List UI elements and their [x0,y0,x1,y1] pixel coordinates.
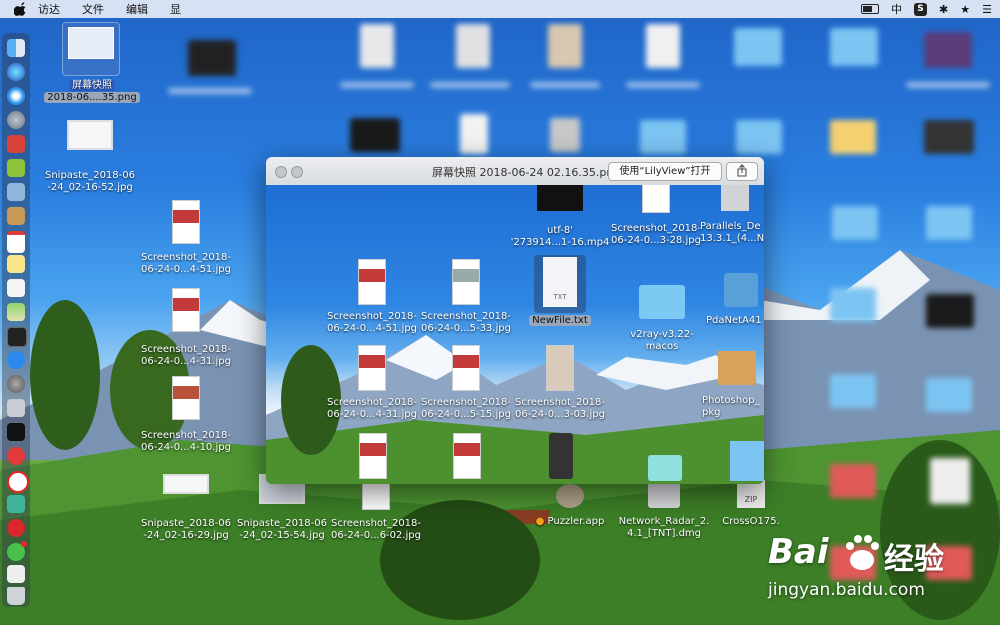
file-thumbnail [172,200,200,244]
file-thumbnail [362,480,390,510]
preview-file: Screenshot_2018- 06-24-0...4-31.jpg [322,345,422,421]
preview-file: Screenshot_2018- 06-24-0...4-51.jpg [322,259,422,335]
bluetooth-icon[interactable]: ✱ [939,3,948,16]
watermark-brand: Bai [768,532,829,572]
preview-file: Screenshot_2018- 06-24-0...3-03.jpg [510,345,610,421]
battery-icon[interactable] [861,4,880,14]
txt-file-icon: TXT [543,257,577,307]
file-thumbnail [67,120,113,150]
menu-edit[interactable]: 编辑 [126,1,148,17]
apple-icon[interactable] [14,2,28,16]
selected-file-name: 屏幕快照 [69,80,115,91]
close-icon[interactable] [275,166,287,178]
orange-dot-icon: ● [535,516,545,527]
box-icon[interactable] [7,207,25,225]
watermark-url: jingyan.baidu.com [768,580,925,600]
watermark-brand-cn: 经验 [884,542,944,577]
quicklook-title: 屏幕快照 2018-06-24 02.16.35.png [432,166,621,179]
video-thumbnail [537,185,583,211]
desktop-file[interactable]: Snipaste_2018-06 -24_02-16-52.jpg [40,120,140,194]
selected-file-thumbnail[interactable] [62,22,120,76]
terminal-icon[interactable] [7,327,27,347]
desktop-file[interactable]: Screenshot_2018- 06-24-0...4-31.jpg [136,288,236,368]
baidu-paw-icon [846,535,879,570]
preview-file-thumbnail [453,433,481,479]
package-icon [718,351,756,385]
terminal-2-icon[interactable] [7,423,25,441]
trash-icon[interactable] [7,587,25,605]
app-icon [556,484,584,508]
star-icon[interactable]: ★ [960,3,970,16]
app-green-icon[interactable] [7,495,25,513]
desktop-file[interactable]: Snipaste_2018-06 -24_02-15-54.jpg [232,474,332,542]
desktop-file[interactable]: ● Puzzler.app [520,484,620,528]
notification-badge [21,541,27,547]
preview-file-selected: TXT NewFile.txt [510,255,610,327]
maps-icon[interactable] [7,303,25,321]
quicklook-titlebar: 屏幕快照 2018-06-24 02.16.35.png 使用“LilyView… [266,157,764,186]
share-button[interactable] [726,162,758,181]
desktop-file[interactable]: ZIP CrossO175. [716,480,786,528]
folder-icon [648,455,682,481]
desktop-file[interactable]: Screenshot_2018- 06-24-0...4-51.jpg [136,200,236,276]
selected-file-label[interactable]: 屏幕快照 2018-06....35.png [44,80,140,104]
finder-icon[interactable] [7,39,25,57]
disk-image-icon [648,480,680,508]
selected-file-path: 2018-06....35.png [44,92,140,103]
file-thumbnail [163,474,209,494]
quicklook-preview: utf-8' '273914...1-16.mp4 Screenshot_201… [266,185,764,484]
folder-icon [730,441,764,481]
launchpad-icon[interactable] [7,111,25,129]
preview-file-thumbnail [359,433,387,479]
netease-music-icon[interactable] [7,519,25,537]
disk-utility-icon[interactable] [7,399,25,417]
preview-file: Photoshop_ pkg [702,351,764,419]
preview-file: utf-8' '273914...1-16.mp4 [508,185,612,249]
preview-file: Screenshot_2018- 06-24-0...5-15.jpg [416,345,516,421]
menu-list-icon[interactable]: ☰ [982,3,992,16]
yandex-icon[interactable] [7,471,29,493]
desktop-file[interactable]: Screenshot_2018- 06-24-0...4-10.jpg [136,376,236,454]
file-thumbnail [172,376,200,420]
safari-icon[interactable] [7,87,25,105]
android-icon[interactable] [7,159,25,177]
menu-file[interactable]: 文件 [82,1,104,17]
app-s-icon[interactable]: S [914,2,928,16]
vivaldi-icon[interactable] [7,447,25,465]
siri-icon[interactable] [7,63,25,81]
system-preferences-icon[interactable] [7,375,25,393]
desktop-file[interactable]: Network_Radar_2. 4.1_[TNT].dmg [612,480,716,540]
file-thumbnail [172,288,200,332]
app-red-icon[interactable] [7,135,25,153]
document-icon[interactable] [7,565,25,583]
menu-finder[interactable]: 访达 [38,1,60,17]
preview-file: Screenshot_2018- 06-24-0...3-28.jpg [606,185,706,247]
quicklook-window: 屏幕快照 2018-06-24 02.16.35.png 使用“LilyView… [266,157,764,484]
zip-icon: ZIP [737,480,765,508]
calendar-icon[interactable] [7,231,25,253]
preview-icon[interactable] [7,183,25,201]
phone-screenshot-thumbnail [549,433,573,479]
preview-folder: v2ray-v3.22- macos [612,285,712,353]
desktop-file[interactable]: Screenshot_2018- 06-24-0...6-02.jpg [326,480,426,542]
app-store-icon[interactable] [7,351,25,369]
preview-file: Parallels_De 13.3.1_(4...N [700,185,764,245]
desktop-file[interactable]: Snipaste_2018-06 -24_02-16-29.jpg [136,474,236,542]
preview-file: Screenshot_2018- 06-24-0...5-33.jpg [416,259,516,335]
input-method-indicator[interactable]: 中 [891,1,902,17]
preview-file: PdaNetA41 [706,273,764,327]
menubar: 访达 文件 编辑 显 中 S ✱ ★ ☰ [0,0,1000,18]
share-icon [737,164,747,177]
reminders-icon[interactable] [7,279,25,297]
open-with-lilyview-button[interactable]: 使用“LilyView”打开 [608,162,722,181]
menu-view[interactable]: 显 [170,1,181,17]
baidu-watermark: Bai 经验 jingyan.baidu.com [768,532,998,606]
dock [2,33,30,607]
folder-icon [639,285,685,319]
notes-icon[interactable] [7,255,25,273]
fullscreen-icon[interactable] [291,166,303,178]
